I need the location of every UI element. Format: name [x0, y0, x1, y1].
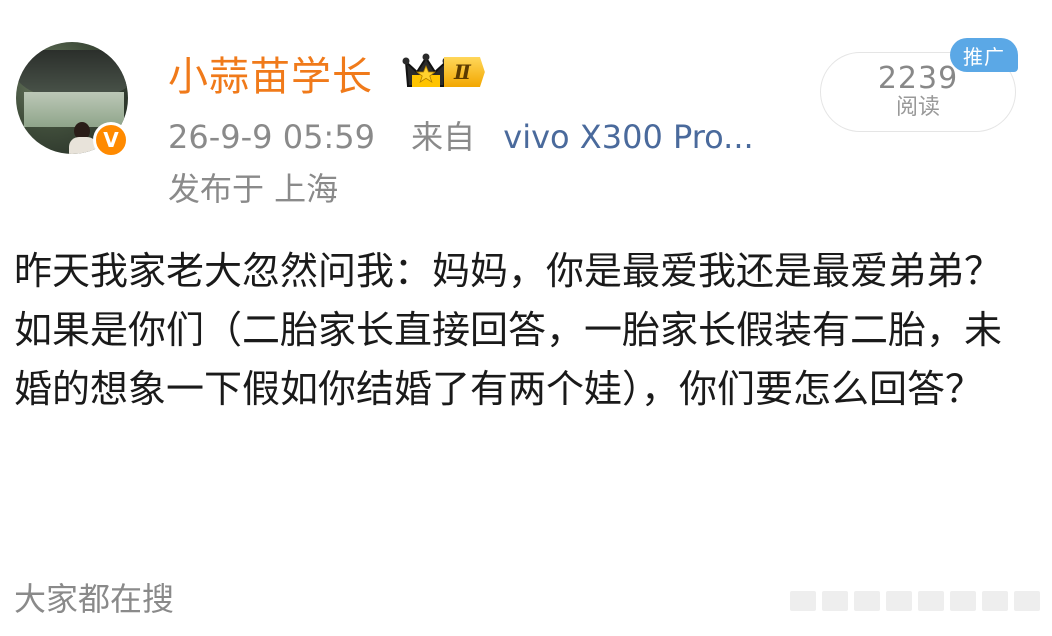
- avatar-photo-roof: [16, 50, 128, 96]
- trending-placeholder-block: [790, 591, 816, 611]
- post-body-paragraph-1: 昨天我家老大忽然问我：妈妈，你是最爱我还是最爱弟弟？: [14, 249, 1003, 293]
- reads-count: 2239: [877, 61, 959, 96]
- post-meta: 26-9-9 05:59 来自 vivo X300 Pro...: [168, 112, 754, 158]
- trending-placeholder-block: [982, 591, 1008, 611]
- verified-v-icon: V: [93, 122, 129, 158]
- reads-label: 阅读: [895, 95, 940, 120]
- post-body: 昨天我家老大忽然问我：妈妈，你是最爱我还是最爱弟弟？ 如果是你们（二胎家长直接回…: [14, 242, 1034, 419]
- promo-tag: 推广: [950, 38, 1018, 72]
- level-label: Ⅱ: [444, 57, 485, 87]
- crown-icon: [402, 53, 450, 87]
- trending-search-label: 大家都在搜: [14, 580, 175, 618]
- trending-search-placeholder: [790, 590, 1040, 612]
- trending-placeholder-block: [950, 591, 976, 611]
- source-prefix: 来自: [411, 118, 476, 156]
- post-timestamp: 26-9-9 05:59: [168, 118, 375, 156]
- device-link[interactable]: vivo X300 Pro...: [503, 118, 753, 156]
- post-body-paragraph-2: 如果是你们（二胎家长直接回答，一胎家长假装有二胎，未婚的想象一下假如你结婚了有两…: [14, 308, 1003, 411]
- author-name[interactable]: 小蒜苗学长: [168, 44, 373, 102]
- trending-placeholder-block: [886, 591, 912, 611]
- trending-placeholder-block: [1014, 591, 1040, 611]
- trending-placeholder-block: [854, 591, 880, 611]
- trending-placeholder-block: [822, 591, 848, 611]
- post-location: 发布于 上海: [168, 170, 339, 208]
- level-badge[interactable]: Ⅱ: [402, 52, 485, 92]
- trending-placeholder-block: [918, 591, 944, 611]
